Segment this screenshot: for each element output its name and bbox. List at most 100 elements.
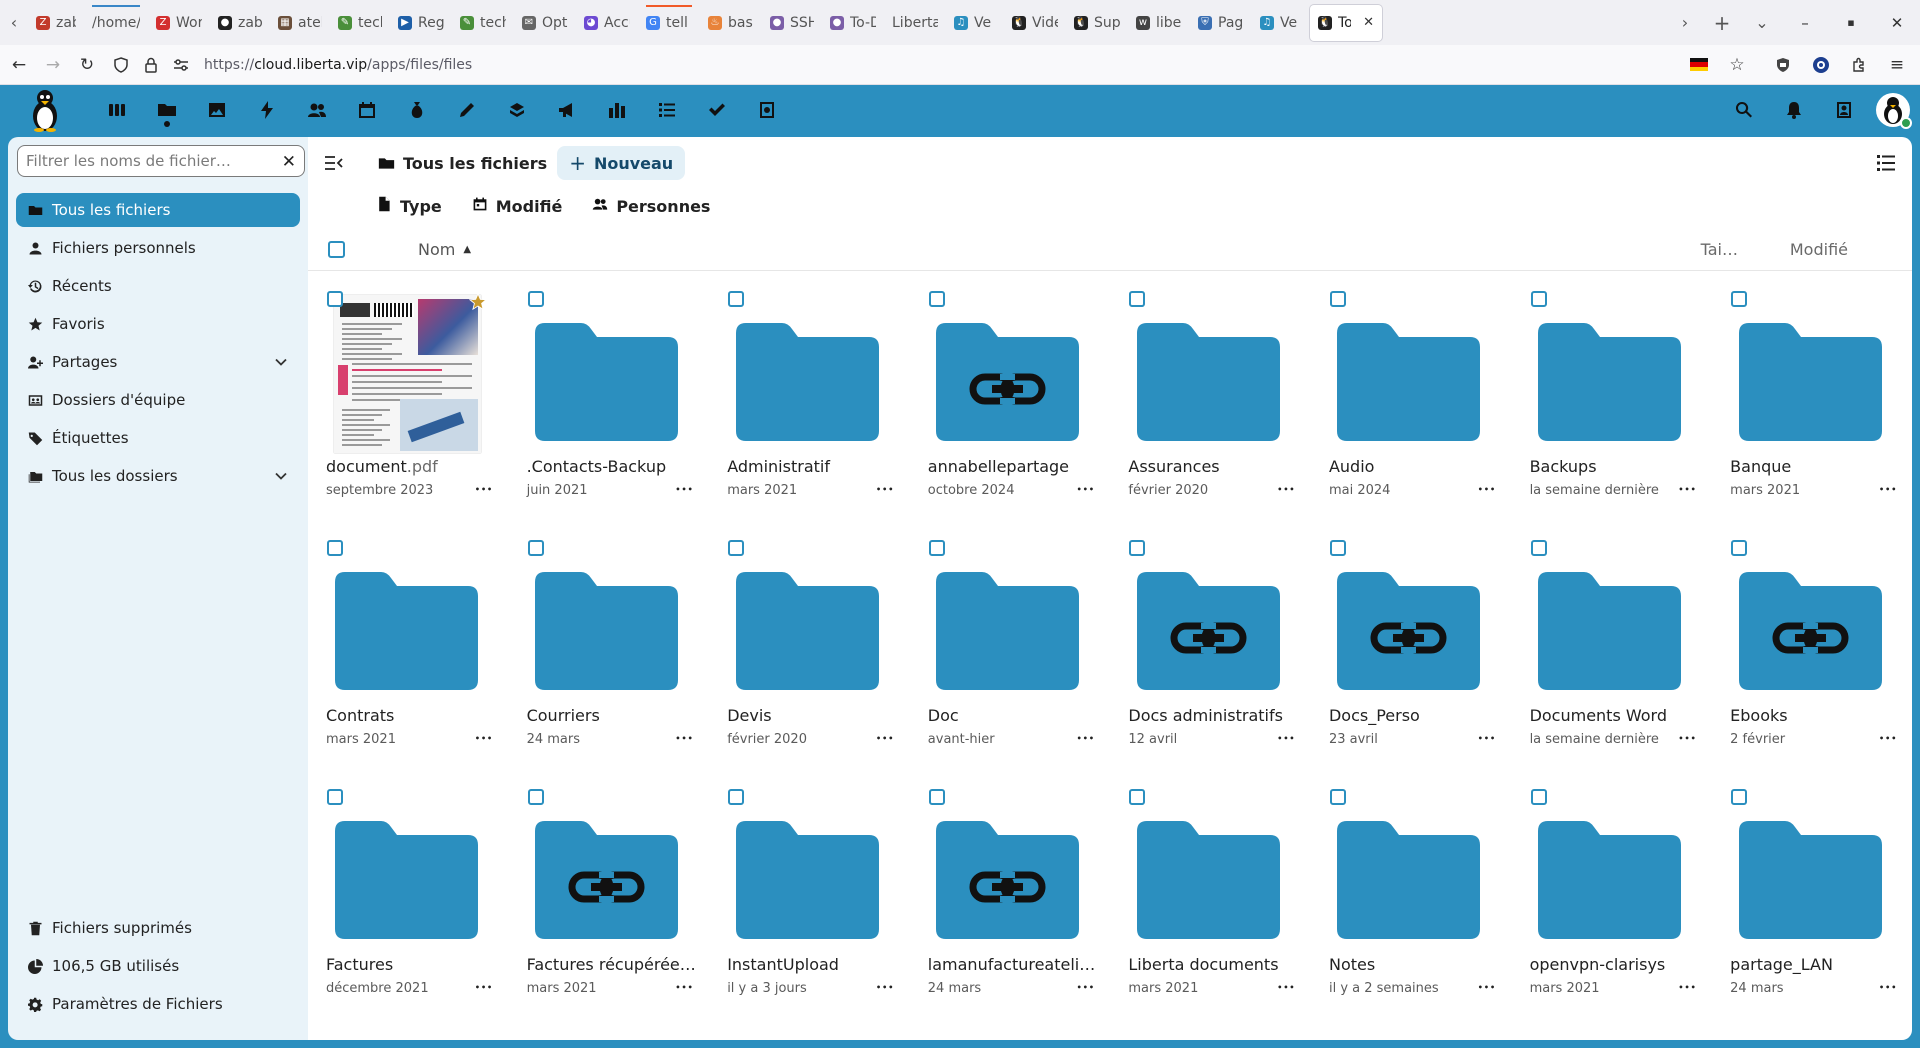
- browser-tab[interactable]: 🐧 Supe: [1066, 5, 1128, 41]
- browser-tab[interactable]: wlibert: [1128, 5, 1190, 41]
- more-actions-icon[interactable]: •••: [673, 977, 697, 997]
- browser-tab[interactable]: ● To-D: [822, 5, 884, 41]
- more-actions-icon[interactable]: •••: [472, 728, 496, 748]
- file-name[interactable]: Liberta documents: [1128, 955, 1300, 974]
- file-select-checkbox[interactable]: [527, 291, 544, 307]
- extensions-puzzle-icon[interactable]: [1844, 50, 1874, 80]
- filter-chip[interactable]: Modifié: [464, 189, 571, 223]
- more-actions-icon[interactable]: •••: [673, 479, 697, 499]
- more-actions-icon[interactable]: •••: [1475, 977, 1499, 997]
- bookmark-star-icon[interactable]: ☆: [1722, 50, 1752, 80]
- more-actions-icon[interactable]: •••: [873, 728, 897, 748]
- file-tile[interactable]: lamanufactureateli… 24 mars •••: [918, 781, 1119, 1030]
- file-select-checkbox[interactable]: [1731, 789, 1748, 805]
- file-name[interactable]: Documents Word: [1530, 706, 1702, 725]
- tab-list-icon[interactable]: ⌄: [1742, 0, 1782, 45]
- file-name[interactable]: Notes: [1329, 955, 1501, 974]
- file-tile[interactable]: Backups la semaine dernière •••: [1520, 283, 1721, 532]
- file-select-checkbox[interactable]: [1329, 291, 1346, 307]
- sidebar-item[interactable]: Partages: [16, 345, 300, 379]
- cospend-app-icon[interactable]: [392, 85, 442, 135]
- browser-tab[interactable]: ◕ Accu: [576, 5, 638, 41]
- file-name[interactable]: Audio: [1329, 457, 1501, 476]
- maximize-icon[interactable]: ▪: [1828, 0, 1874, 45]
- file-select-checkbox[interactable]: [928, 789, 945, 805]
- column-size-header[interactable]: Tai…: [1701, 240, 1738, 259]
- file-tile[interactable]: Doc avant-hier •••: [918, 532, 1119, 781]
- sidebar-item[interactable]: Fichiers supprimés: [16, 911, 300, 945]
- file-name[interactable]: Banque: [1730, 457, 1902, 476]
- sidebar-item[interactable]: Tous les fichiers: [16, 193, 300, 227]
- contacts-app-icon[interactable]: [292, 85, 342, 135]
- browser-tab[interactable]: Liberta: [884, 5, 946, 41]
- file-tile[interactable]: Factures récupérée… mars 2021 •••: [517, 781, 718, 1030]
- file-name[interactable]: Backups: [1530, 457, 1702, 476]
- forward-icon[interactable]: →: [38, 50, 68, 80]
- select-all-checkbox[interactable]: [328, 241, 345, 258]
- browser-tab[interactable]: ● SSH: [762, 5, 822, 41]
- browser-tab[interactable]: ♫ Ve: [946, 5, 1004, 41]
- file-select-checkbox[interactable]: [527, 540, 544, 556]
- passwords-app-icon[interactable]: [742, 85, 792, 135]
- sidebar-item[interactable]: Récents: [16, 269, 300, 303]
- chevron-down-icon[interactable]: [274, 469, 288, 487]
- column-modified-header[interactable]: Modifié: [1790, 240, 1848, 259]
- calendar-app-icon[interactable]: [342, 85, 392, 135]
- new-tab-icon[interactable]: +: [1702, 0, 1742, 45]
- file-name[interactable]: openvpn-clarisys: [1530, 955, 1702, 974]
- file-tile[interactable]: partage_LAN 24 mars •••: [1720, 781, 1912, 1030]
- file-select-checkbox[interactable]: [928, 540, 945, 556]
- more-actions-icon[interactable]: •••: [1475, 479, 1499, 499]
- filter-chip[interactable]: Type: [368, 189, 450, 223]
- file-name[interactable]: partage_LAN: [1730, 955, 1902, 974]
- analytics-app-icon[interactable]: [592, 85, 642, 135]
- tabs-scroll-right-icon[interactable]: ›: [1668, 0, 1702, 45]
- file-select-checkbox[interactable]: [1530, 291, 1547, 307]
- file-name[interactable]: Doc: [928, 706, 1100, 725]
- file-select-checkbox[interactable]: [1530, 789, 1547, 805]
- more-actions-icon[interactable]: •••: [1676, 728, 1700, 748]
- browser-tab[interactable]: Zzabb: [28, 5, 84, 41]
- file-name[interactable]: Contrats: [326, 706, 498, 725]
- file-name[interactable]: Administratif: [727, 457, 899, 476]
- more-actions-icon[interactable]: •••: [1876, 977, 1900, 997]
- more-actions-icon[interactable]: •••: [873, 479, 897, 499]
- more-actions-icon[interactable]: •••: [1274, 977, 1298, 997]
- file-select-checkbox[interactable]: [1731, 540, 1748, 556]
- browser-tab[interactable]: ♫ Ve: [1252, 5, 1310, 41]
- search-icon[interactable]: [1722, 85, 1766, 135]
- file-tile[interactable]: Administratif mars 2021 •••: [717, 283, 918, 532]
- file-select-checkbox[interactable]: [327, 291, 343, 307]
- file-select-checkbox[interactable]: [728, 789, 745, 805]
- announcements-app-icon[interactable]: [542, 85, 592, 135]
- tabs-scroll-left-icon[interactable]: ‹: [0, 0, 28, 45]
- file-name[interactable]: InstantUpload: [727, 955, 899, 974]
- more-actions-icon[interactable]: •••: [1274, 479, 1298, 499]
- file-tile[interactable]: Notes il y a 2 semaines •••: [1319, 781, 1520, 1030]
- files-app-icon[interactable]: [142, 85, 192, 135]
- more-actions-icon[interactable]: •••: [1676, 977, 1700, 997]
- file-name[interactable]: Factures récupérée…: [527, 955, 699, 974]
- filter-chip[interactable]: Personnes: [584, 189, 718, 223]
- sidebar-item[interactable]: Tous les dossiers: [16, 459, 300, 493]
- more-actions-icon[interactable]: •••: [1676, 479, 1700, 499]
- file-name[interactable]: Assurances: [1128, 457, 1300, 476]
- file-name[interactable]: Ebooks: [1730, 706, 1902, 725]
- file-name[interactable]: Docs_Perso: [1329, 706, 1501, 725]
- grid-view-toggle-icon[interactable]: [1874, 151, 1898, 175]
- file-select-checkbox[interactable]: [527, 789, 544, 805]
- sidebar-item[interactable]: Favoris: [16, 307, 300, 341]
- browser-tab[interactable]: Z Work: [148, 5, 210, 41]
- more-actions-icon[interactable]: •••: [1074, 977, 1098, 997]
- file-tile[interactable]: .Contacts-Backup juin 2021 •••: [517, 283, 718, 532]
- language-flag-icon[interactable]: [1684, 50, 1714, 80]
- file-name[interactable]: .Contacts-Backup: [527, 457, 699, 476]
- file-tile[interactable]: Courriers 24 mars •••: [517, 532, 718, 781]
- sidebar-item[interactable]: Dossiers d'équipe: [16, 383, 300, 417]
- column-name-header[interactable]: Nom ▲: [418, 240, 471, 259]
- file-select-checkbox[interactable]: [928, 291, 945, 307]
- extension-globe-icon[interactable]: [1806, 50, 1836, 80]
- more-actions-icon[interactable]: •••: [1274, 728, 1298, 748]
- sidebar-item[interactable]: Fichiers personnels: [16, 231, 300, 265]
- more-actions-icon[interactable]: •••: [1074, 479, 1098, 499]
